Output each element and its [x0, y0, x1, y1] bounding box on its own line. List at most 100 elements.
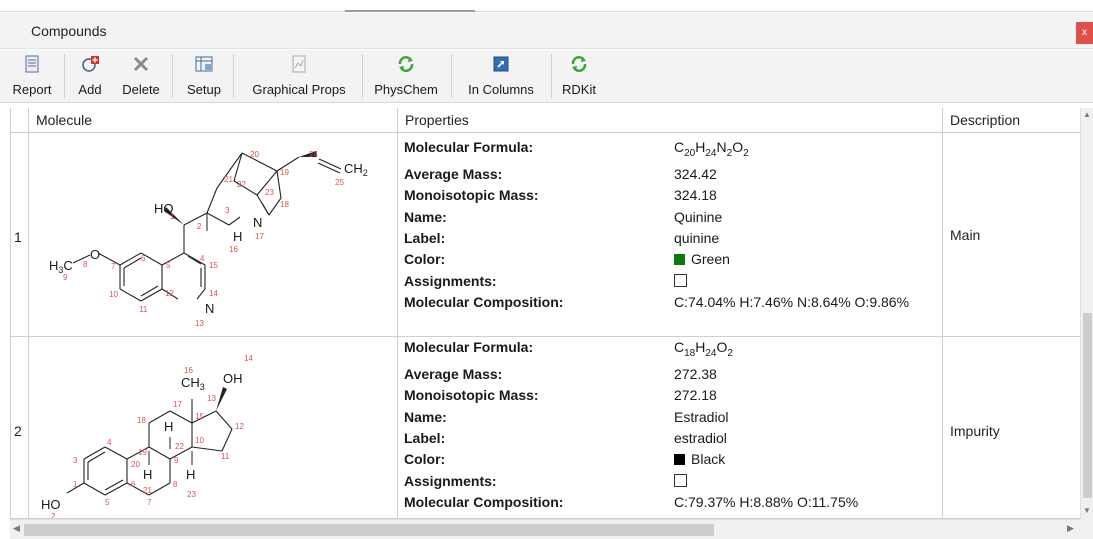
- description-cell[interactable]: Main: [943, 133, 1081, 337]
- scroll-left-arrow-icon[interactable]: ◀: [13, 523, 20, 534]
- svg-text:14: 14: [209, 289, 218, 298]
- property-row: Average Mass: 324.42: [404, 166, 717, 183]
- svg-text:20: 20: [131, 460, 140, 469]
- svg-text:17: 17: [173, 400, 182, 409]
- properties-cell[interactable]: Molecular Formula: C18H24O2 Average Mass:…: [398, 337, 943, 519]
- delete-icon: [133, 56, 149, 72]
- svg-text:2: 2: [197, 222, 202, 231]
- svg-text:14: 14: [244, 354, 253, 363]
- properties-list: Molecular Formula: C20H24N2O2 Average Mas…: [404, 137, 909, 313]
- svg-text:23: 23: [187, 490, 196, 499]
- molecular-formula: C18H24O2: [674, 339, 733, 359]
- property-row: Molecular Composition: C:74.04% H:7.46% N…: [404, 293, 910, 310]
- svg-text:H: H: [186, 467, 195, 482]
- property-row: Monoisotopic Mass: 324.18: [404, 187, 717, 204]
- property-row: Label: quinine: [404, 229, 720, 246]
- svg-text:5: 5: [105, 498, 110, 507]
- scroll-corner: [1080, 519, 1093, 539]
- property-row: Molecular Formula: C20H24N2O2: [404, 139, 749, 159]
- svg-text:1: 1: [73, 480, 78, 489]
- svg-text:10: 10: [109, 290, 118, 299]
- svg-text:19: 19: [138, 448, 147, 457]
- svg-text:6: 6: [131, 480, 136, 489]
- rdkit-button[interactable]: RDKit: [556, 54, 602, 102]
- svg-text:10: 10: [195, 436, 204, 445]
- column-header-properties[interactable]: Properties: [398, 108, 943, 133]
- window-titlebar: Compounds x: [0, 13, 1093, 49]
- svg-text:18: 18: [137, 416, 146, 425]
- in-columns-button[interactable]: In Columns: [459, 54, 543, 102]
- vertical-scroll-thumb[interactable]: [1083, 313, 1092, 498]
- delete-button[interactable]: Delete: [118, 54, 164, 102]
- horizontal-scroll-thumb[interactable]: [24, 524, 714, 536]
- scroll-down-arrow-icon[interactable]: ▼: [1083, 506, 1091, 515]
- svg-text:8: 8: [83, 260, 88, 269]
- report-button[interactable]: Report: [6, 54, 58, 102]
- column-header-molecule[interactable]: Molecule: [29, 108, 398, 133]
- horizontal-scrollbar[interactable]: ◀ ▶: [10, 519, 1080, 539]
- color-swatch[interactable]: [674, 454, 685, 466]
- svg-text:12: 12: [165, 289, 174, 298]
- in-columns-icon: [493, 56, 509, 72]
- assignments-checkbox[interactable]: [674, 474, 687, 488]
- row-header[interactable]: 1: [11, 133, 29, 337]
- molecule-cell[interactable]: HO OH CH3 H H H 1 2 3 4 5 6 7 8 9 10 11 …: [29, 337, 398, 519]
- row-header[interactable]: 2: [11, 337, 29, 519]
- svg-text:H: H: [233, 229, 242, 244]
- svg-text:25: 25: [335, 178, 344, 187]
- setup-icon: [195, 56, 213, 72]
- report-icon: [25, 55, 39, 73]
- molecule-cell[interactable]: HO H3C O N N H CH2 1 2 3 4 5 6 7 8 9 10 …: [29, 133, 398, 337]
- graphical-props-icon: [292, 55, 306, 73]
- setup-button[interactable]: Setup: [182, 54, 226, 102]
- corner-header: [11, 108, 29, 133]
- svg-text:5: 5: [166, 261, 171, 270]
- svg-text:12: 12: [235, 422, 244, 431]
- top-strip: [0, 0, 1093, 12]
- molecular-formula: C20H24N2O2: [674, 139, 749, 159]
- property-row: Molecular Formula: C18H24O2: [404, 339, 733, 359]
- color-swatch[interactable]: [674, 254, 685, 266]
- scroll-up-arrow-icon[interactable]: ▲: [1083, 110, 1091, 119]
- svg-text:O: O: [90, 247, 100, 262]
- toolbar: Report Add Delete Setup Graphical Props …: [0, 50, 1093, 103]
- graphical-props-button[interactable]: Graphical Props: [244, 54, 354, 102]
- svg-text:16: 16: [229, 245, 238, 254]
- window-seam: [345, 10, 475, 12]
- refresh-icon: [571, 56, 587, 72]
- add-icon: [82, 56, 99, 72]
- estradiol-structure: HO OH CH3 H H H 1 2 3 4 5 6 7 8 9 10 11 …: [41, 354, 253, 519]
- window-title: Compounds: [31, 23, 107, 39]
- svg-text:1: 1: [170, 212, 175, 221]
- svg-text:8: 8: [173, 480, 178, 489]
- svg-text:17: 17: [255, 232, 264, 241]
- svg-text:15: 15: [195, 412, 204, 421]
- assignments-checkbox[interactable]: [674, 274, 687, 288]
- svg-text:20: 20: [250, 150, 259, 159]
- svg-text:2: 2: [51, 512, 56, 519]
- svg-text:24: 24: [309, 150, 318, 159]
- property-row: Monoisotopic Mass: 272.18: [404, 387, 717, 404]
- property-row: Label: estradiol: [404, 429, 727, 446]
- svg-text:3: 3: [225, 206, 230, 215]
- close-button[interactable]: x: [1076, 22, 1093, 44]
- svg-text:4: 4: [107, 438, 112, 447]
- property-row: Color: Black: [404, 451, 726, 468]
- svg-text:H: H: [164, 419, 173, 434]
- compounds-table: Molecule Properties Description 1 HO H3C…: [10, 108, 1081, 519]
- physchem-button[interactable]: PhysChem: [370, 54, 442, 102]
- svg-text:23: 23: [265, 188, 274, 197]
- properties-cell[interactable]: Molecular Formula: C20H24N2O2 Average Mas…: [398, 133, 943, 337]
- vertical-scrollbar[interactable]: ▲ ▼: [1080, 108, 1093, 519]
- svg-text:7: 7: [147, 498, 152, 507]
- column-header-description[interactable]: Description: [943, 108, 1081, 133]
- svg-text:N: N: [205, 301, 214, 316]
- description-cell[interactable]: Impurity: [943, 337, 1081, 519]
- quinine-structure: HO H3C O N N H CH2 1 2 3 4 5 6 7 8 9 10 …: [49, 150, 368, 328]
- refresh-icon: [398, 56, 414, 72]
- property-row: Color: Green: [404, 251, 730, 268]
- add-button[interactable]: Add: [72, 54, 108, 102]
- scroll-right-arrow-icon[interactable]: ▶: [1067, 523, 1074, 534]
- svg-text:11: 11: [139, 305, 148, 314]
- svg-text:H: H: [143, 467, 152, 482]
